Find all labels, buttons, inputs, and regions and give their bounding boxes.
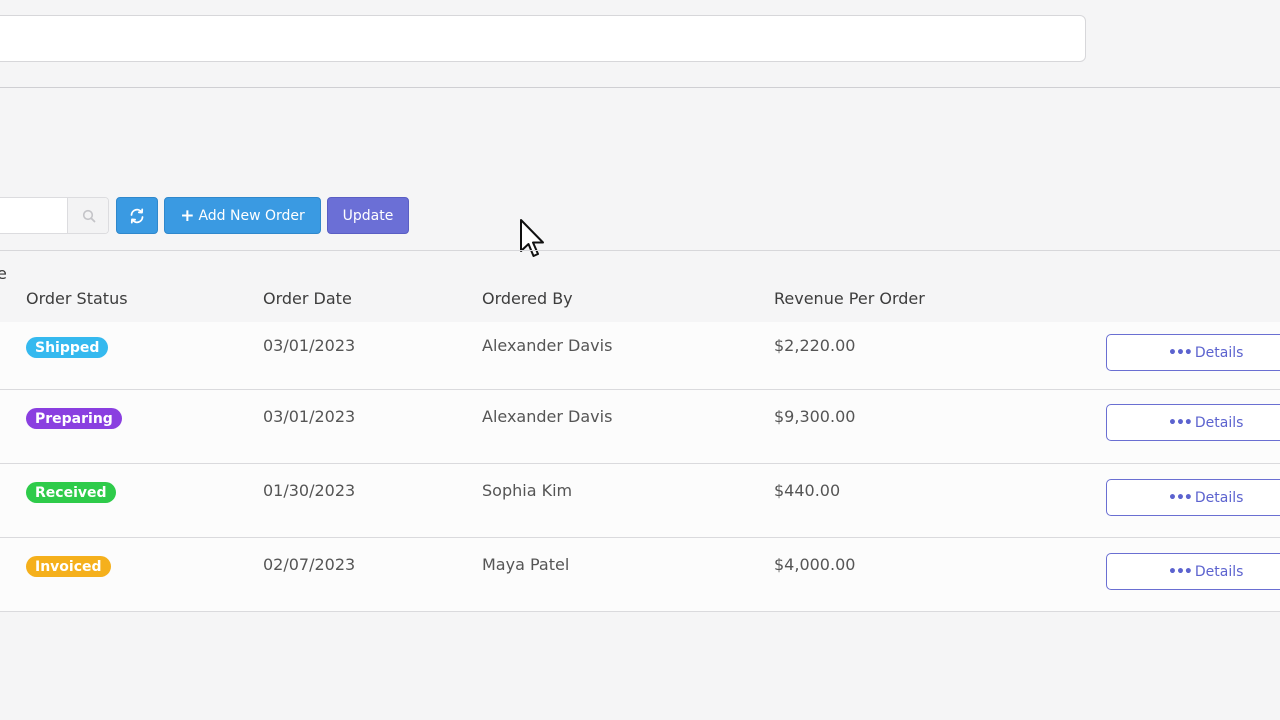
ordered-by: Alexander Davis [482,407,613,426]
more-dots-icon: ••• [1168,344,1193,361]
more-dots-icon: ••• [1168,414,1193,431]
status-badge: Invoiced [26,556,111,577]
top-search-bar[interactable] [0,15,1086,62]
more-dots-icon: ••• [1168,563,1193,580]
details-label: Details [1194,414,1244,431]
header-order-status: Order Status [26,289,128,308]
plus-icon: + [180,205,195,226]
table-row: Received 01/30/2023 Sophia Kim $440.00 •… [0,464,1280,538]
details-label: Details [1194,563,1244,580]
table-row: Invoiced 02/07/2023 Maya Patel $4,000.00… [0,538,1280,612]
header-ordered-by: Ordered By [482,289,573,308]
orders-table-body: Shipped 03/01/2023 Alexander Davis $2,22… [0,322,1280,612]
ordered-by: Alexander Davis [482,336,613,355]
add-new-order-label: Add New Order [198,207,305,224]
mouse-pointer-icon [520,219,544,257]
details-button[interactable]: ••• Details [1106,334,1280,371]
status-badge: Received [26,482,116,503]
order-date: 02/07/2023 [263,555,356,574]
table-search-input[interactable] [0,198,67,233]
add-new-order-button[interactable]: + Add New Order [164,197,321,234]
details-button[interactable]: ••• Details [1106,479,1280,516]
order-date: 01/30/2023 [263,481,356,500]
ordered-by: Sophia Kim [482,481,573,500]
status-badge: Shipped [26,337,109,358]
details-label: Details [1194,344,1244,361]
search-icon [82,209,96,222]
truncated-table-title: e [0,264,7,283]
status-badge: Preparing [26,408,122,429]
header-order-date: Order Date [263,289,352,308]
table-row: Preparing 03/01/2023 Alexander Davis $9,… [0,390,1280,464]
more-dots-icon: ••• [1168,489,1193,506]
update-button[interactable]: Update [327,197,409,234]
details-button[interactable]: ••• Details [1106,404,1280,441]
revenue: $9,300.00 [774,407,856,426]
refresh-icon [130,208,144,224]
revenue: $4,000.00 [774,555,856,574]
refresh-button[interactable] [116,197,158,234]
table-top-divider [0,250,1280,251]
header-divider [0,87,1280,88]
order-date: 03/01/2023 [263,407,356,426]
details-button[interactable]: ••• Details [1106,553,1280,590]
update-label: Update [342,207,394,224]
order-date: 03/01/2023 [263,336,356,355]
header-revenue-per-order: Revenue Per Order [774,289,925,308]
table-row: Shipped 03/01/2023 Alexander Davis $2,22… [0,322,1280,390]
table-search [0,197,109,234]
details-label: Details [1194,489,1244,506]
revenue: $440.00 [774,481,841,500]
orders-page: + Add New Order Update e Order Status Or… [0,0,1280,720]
table-search-button[interactable] [67,198,108,233]
revenue: $2,220.00 [774,336,856,355]
ordered-by: Maya Patel [482,555,570,574]
